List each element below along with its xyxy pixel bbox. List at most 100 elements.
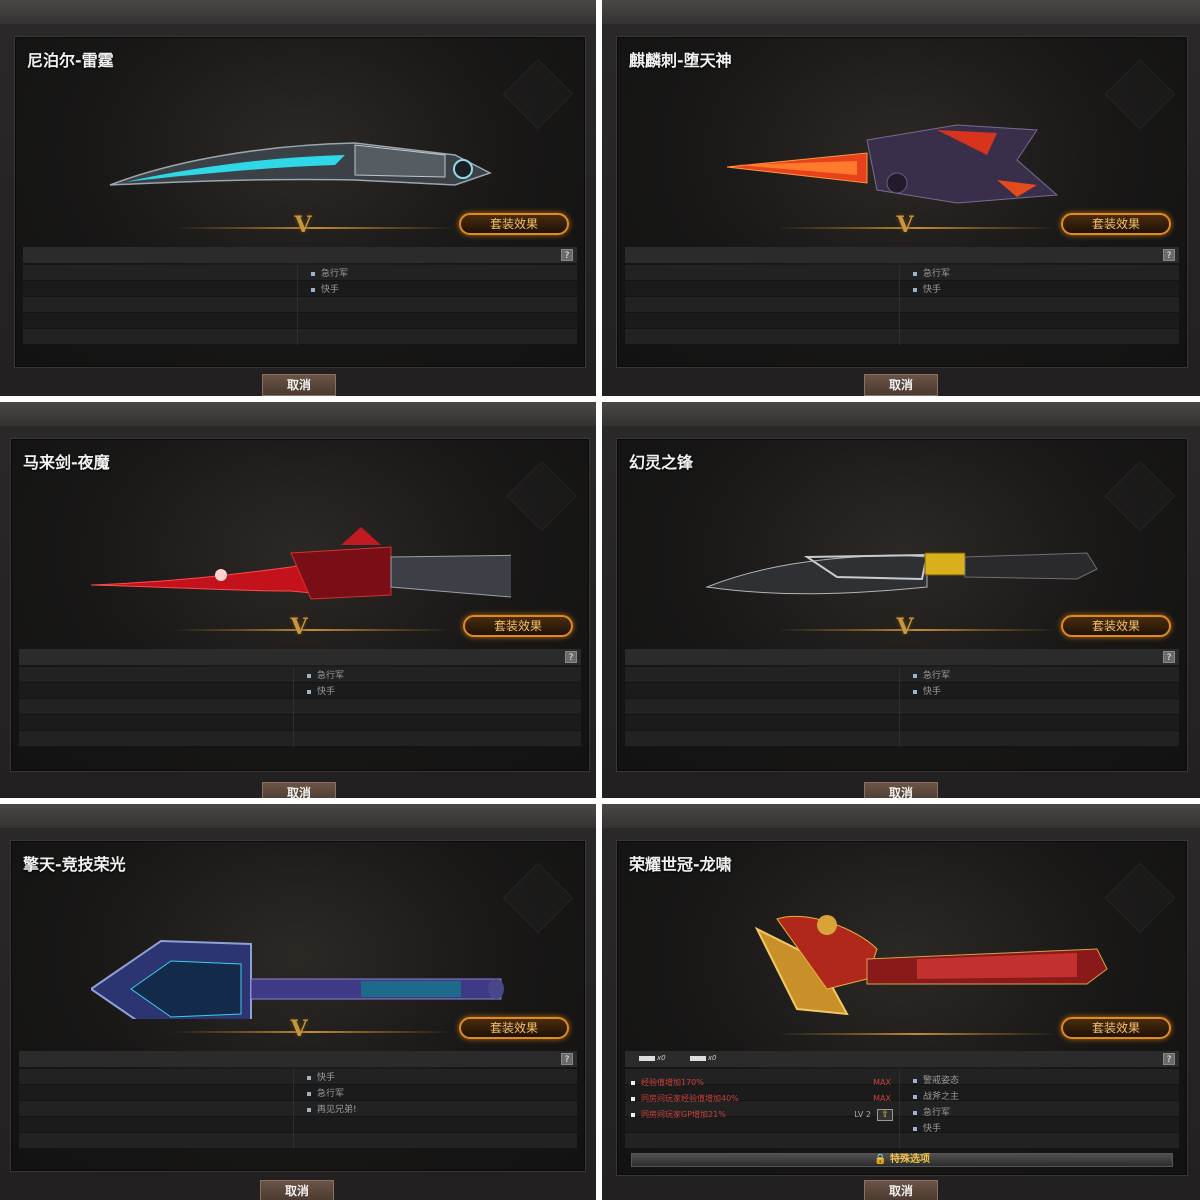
weapon-image [705, 552, 1098, 595]
window-top-strip [602, 804, 1200, 828]
stat-text: 同房间玩家GP增加21% [641, 1110, 726, 1119]
window-top-strip [0, 402, 596, 426]
help-icon[interactable]: ? [1163, 651, 1175, 663]
weapon-image [91, 527, 511, 600]
weapon-panel: 麒麟刺-堕天神 V 套装效果 ? 急行军 快手 [616, 36, 1188, 368]
section-divider [171, 629, 451, 631]
set-effect-button[interactable]: 套装效果 [459, 1017, 569, 1039]
weapon-card-4: 幻灵之锋 V 套装效果 ? 急行军 快手 取消 [602, 402, 1200, 798]
mini-item: x0 [689, 1054, 717, 1062]
stat-row: 同房间玩家GP增加21% LV 2 ⇧ [631, 1107, 893, 1123]
weapon-image [91, 939, 504, 1019]
help-icon[interactable]: ? [1163, 249, 1175, 261]
column-divider [297, 265, 298, 345]
skill-list: 急行军 快手 [311, 268, 348, 300]
v-emblem: V [896, 212, 914, 238]
skill-item: 快手 [311, 284, 348, 300]
info-header-bar: ? [19, 649, 581, 665]
skill-item: 再见兄弟! [307, 1104, 357, 1120]
skill-item: 急行军 [307, 670, 344, 686]
weapon-panel: 幻灵之锋 V 套装效果 ? 急行军 快手 [616, 438, 1188, 772]
weapon-title: 麒麟刺-堕天神 [629, 51, 732, 70]
stat-level: MAX [873, 1094, 891, 1103]
help-icon[interactable]: ? [561, 1053, 573, 1065]
stat-text: 经验值增加170% [641, 1078, 704, 1087]
skill-item: 快手 [913, 1123, 959, 1139]
skill-item: 急行军 [311, 268, 348, 284]
set-effect-button[interactable]: 套装效果 [1061, 1017, 1171, 1039]
skill-list: 急行军 快手 [913, 268, 950, 300]
section-divider [175, 227, 455, 229]
column-divider [899, 1069, 900, 1149]
weapon-image [109, 142, 492, 186]
skill-item: 快手 [913, 686, 950, 702]
help-icon[interactable]: ? [565, 651, 577, 663]
weapon-image [726, 124, 1059, 204]
item-icon [639, 1055, 655, 1061]
cancel-button[interactable]: 取消 [262, 374, 336, 396]
info-header-bar: ? [625, 649, 1179, 665]
window-top-strip [0, 804, 596, 828]
mini-count: x0 [657, 1054, 666, 1062]
set-effect-button[interactable]: 套装效果 [459, 213, 569, 235]
help-icon[interactable]: ? [1163, 1053, 1175, 1065]
v-emblem: V [896, 614, 914, 640]
column-divider [293, 1069, 294, 1149]
weapon-title: 马来剑-夜魔 [23, 453, 110, 472]
set-effect-button[interactable]: 套装效果 [1061, 213, 1171, 235]
special-label: 特殊选项 [889, 1154, 930, 1165]
set-effect-button[interactable]: 套装效果 [463, 615, 573, 637]
weapon-title: 擎天-竞技荣光 [23, 855, 126, 874]
weapon-panel: 尼泊尔-雷霆 V 套装效果 ? 急行军 快手 [14, 36, 586, 368]
skill-item: 快手 [307, 1072, 357, 1088]
info-header-bar: ? [19, 1051, 577, 1067]
v-emblem: V [290, 614, 308, 640]
skill-item: 急行军 [913, 1107, 959, 1123]
column-divider [293, 667, 294, 747]
skill-list: 急行军 快手 [913, 670, 950, 702]
stat-list: 经验值增加170% MAX 同房间玩家经验值增加40% MAX 同房间玩家GP增加2… [631, 1075, 893, 1123]
section-divider [777, 629, 1057, 631]
attribute-rows [625, 667, 1179, 747]
weapon-panel: 荣耀世冠-龙啸 套装效果 ? x0 x0 经验值增加170% MAX 同房间玩家经… [616, 840, 1188, 1176]
stat-row: 经验值增加170% MAX [631, 1075, 891, 1091]
help-icon[interactable]: ? [561, 249, 573, 261]
skill-item: 快手 [307, 686, 344, 702]
stat-level: LV 2 [854, 1110, 871, 1119]
cancel-button[interactable]: 取消 [864, 1180, 938, 1200]
window-top-strip [0, 0, 596, 24]
upgrade-icon[interactable]: ⇧ [877, 1109, 893, 1121]
weapon-card-6: 荣耀世冠-龙啸 套装效果 ? x0 x0 经验值增加170% MAX 同房间玩家经… [602, 804, 1200, 1200]
cancel-button[interactable]: 取消 [260, 1180, 334, 1200]
attribute-rows [23, 265, 577, 345]
weapon-title: 幻灵之锋 [629, 453, 694, 472]
skill-item: 警戒姿态 [913, 1075, 959, 1091]
attribute-rows [625, 265, 1179, 345]
stat-row: 同房间玩家经验值增加40% MAX [631, 1091, 891, 1107]
set-effect-button[interactable]: 套装效果 [1061, 615, 1171, 637]
mini-item-icons: x0 x0 [639, 1054, 738, 1062]
skill-item: 战斧之主 [913, 1091, 959, 1107]
info-header-bar: ? [23, 247, 577, 263]
special-options-button[interactable]: 🔒 特殊选项 [631, 1153, 1173, 1167]
weapon-image [754, 915, 1108, 1016]
v-emblem: V [294, 212, 312, 238]
decor-diamond [502, 862, 574, 934]
cancel-button[interactable]: 取消 [864, 374, 938, 396]
mini-item: x0 [639, 1054, 666, 1062]
skill-list: 快手 急行军 再见兄弟! [307, 1072, 357, 1120]
v-emblem: V [290, 1016, 308, 1042]
weapon-card-5: 擎天-竞技荣光 V 套装效果 ? 快手 急行军 再见兄弟! 取消 [0, 804, 596, 1200]
cancel-button[interactable]: 取消 [262, 782, 336, 798]
skill-item: 急行军 [913, 670, 950, 686]
section-divider [171, 1031, 451, 1033]
column-divider [899, 265, 900, 345]
mini-count: x0 [707, 1054, 717, 1062]
cancel-button[interactable]: 取消 [864, 782, 938, 798]
window-top-strip [602, 402, 1200, 426]
column-divider [899, 667, 900, 747]
section-divider [777, 1033, 1057, 1035]
window-top-strip [602, 0, 1200, 24]
skill-item: 快手 [913, 284, 950, 300]
weapon-card-2: 麒麟刺-堕天神 V 套装效果 ? 急行军 快手 取消 [602, 0, 1200, 396]
